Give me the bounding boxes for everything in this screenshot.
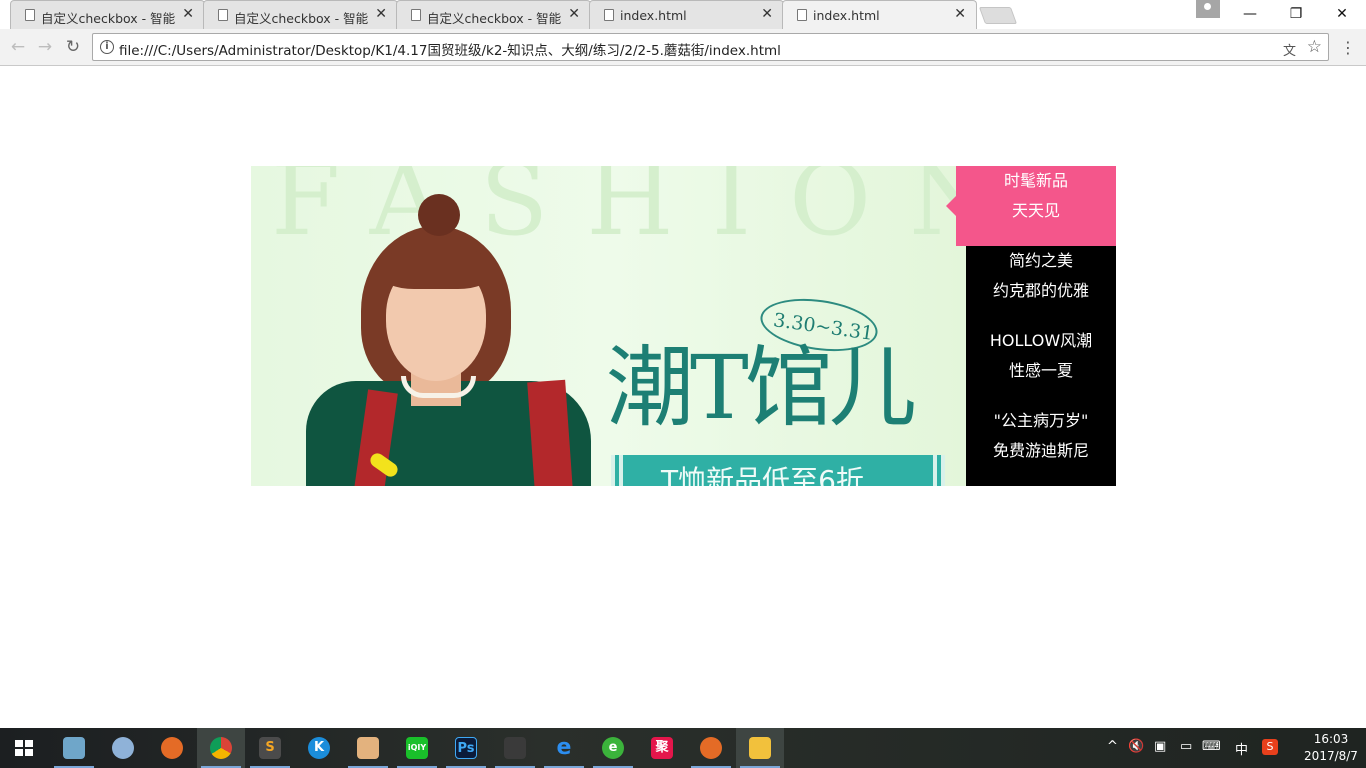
close-tab-icon[interactable]: ✕: [182, 6, 194, 22]
close-tab-icon[interactable]: ✕: [761, 6, 773, 22]
menu-item-4[interactable]: "公主病万岁" 免费游迪斯尼: [966, 406, 1116, 486]
fashion-watermark: FASHION: [271, 166, 966, 258]
page-icon: [25, 9, 35, 21]
tab-2[interactable]: 自定义checkbox - 智能 ✕: [203, 0, 398, 29]
back-arrow-icon[interactable]: ←: [7, 36, 29, 58]
paint-icon[interactable]: [99, 728, 147, 768]
tab-3[interactable]: 自定义checkbox - 智能 ✕: [396, 0, 591, 29]
browser-toolbar: ← → ↻ i file:///C:/Users/Administrator/D…: [0, 29, 1366, 66]
chrome-icon[interactable]: [197, 728, 245, 768]
ime-label[interactable]: 中: [1235, 739, 1248, 758]
network-icon[interactable]: ▣: [1154, 739, 1166, 754]
menu-item-line1: HOLLOW风潮: [989, 331, 1093, 350]
tray-chevron-icon[interactable]: ^: [1107, 739, 1118, 754]
avatar-app-icon[interactable]: [344, 728, 392, 768]
page-icon: [797, 9, 807, 21]
subheadline: T恤新品低至6折: [661, 464, 864, 486]
url-text[interactable]: file:///C:/Users/Administrator/Desktop/K…: [119, 39, 781, 59]
sublime-icon[interactable]: S: [246, 728, 294, 768]
menu-item-line2: 性感一夏: [1008, 361, 1073, 380]
menu-item-line1: 时髦新品: [1003, 171, 1068, 190]
page-icon: [604, 9, 614, 21]
profile-icon[interactable]: [1196, 0, 1220, 18]
tab-title: index.html: [620, 8, 687, 23]
firefox-icon[interactable]: [687, 728, 735, 768]
bookmark-star-icon[interactable]: ☆: [1307, 37, 1322, 57]
menu-item-2[interactable]: 简约之美 约克郡的优雅: [966, 246, 1116, 326]
new-tab-button[interactable]: [978, 7, 1018, 24]
tab-title: 自定义checkbox - 智能: [234, 11, 369, 26]
subheadline-box: T恤新品低至6折: [611, 455, 945, 486]
side-menu: 时髦新品 天天见 简约之美 约克郡的优雅 HOLLOW风潮 性感一夏 "公主病万…: [946, 166, 1116, 486]
taskbar: S K iQIY Ps e e 聚 ^ 🔇 ▣ ▭ ⌨ 中 S 16:03 20…: [0, 728, 1366, 768]
translate-icon[interactable]: 文: [1283, 40, 1296, 59]
clock-time: 16:03: [1313, 732, 1349, 746]
windows-start-icon[interactable]: [15, 740, 33, 756]
hero-image[interactable]: FASHION 3.30~3.31 潮T馆儿 T恤新品低至6折: [251, 166, 966, 486]
page-icon: [411, 9, 421, 21]
promo-banner: FASHION 3.30~3.31 潮T馆儿 T恤新品低至6折 时髦新品 天天见…: [251, 166, 1116, 486]
info-icon[interactable]: i: [100, 40, 114, 54]
firefox-icon[interactable]: [148, 728, 196, 768]
tab-1[interactable]: 自定义checkbox - 智能 ✕: [10, 0, 205, 29]
menu-item-line2: 约克郡的优雅: [992, 281, 1089, 300]
model-strap-right: [527, 379, 573, 486]
tab-5-active[interactable]: index.html ✕: [782, 0, 977, 29]
clock[interactable]: 16:03 2017/8/7: [1300, 731, 1362, 765]
model-bun: [418, 194, 460, 236]
menu-item-1[interactable]: 时髦新品 天天见: [946, 166, 1116, 246]
ie-icon[interactable]: e: [540, 728, 588, 768]
forward-arrow-icon[interactable]: →: [34, 36, 56, 58]
model-bangs: [381, 244, 491, 289]
menu-item-line2: 免费游迪斯尼: [992, 441, 1089, 460]
menu-item-line2: 天天见: [1011, 201, 1060, 220]
tab-4[interactable]: index.html ✕: [589, 0, 784, 29]
kugou-icon[interactable]: K: [295, 728, 343, 768]
menu-item-line1: 简约之美: [1008, 251, 1073, 270]
photoshop-icon[interactable]: Ps: [442, 728, 490, 768]
battery-icon[interactable]: ▭: [1180, 739, 1192, 754]
tab-strip: 自定义checkbox - 智能 ✕ 自定义checkbox - 智能 ✕ 自定…: [0, 0, 1366, 29]
sogou-ime-icon[interactable]: S: [1262, 739, 1278, 755]
close-tab-icon[interactable]: ✕: [568, 6, 580, 22]
close-window-button[interactable]: ✕: [1319, 0, 1365, 28]
browser-360-icon[interactable]: e: [589, 728, 637, 768]
menu-item-line1: "公主病万岁": [993, 411, 1089, 430]
tab-title: 自定义checkbox - 智能: [41, 11, 176, 26]
close-tab-icon[interactable]: ✕: [954, 6, 966, 22]
reload-icon[interactable]: ↻: [62, 36, 84, 58]
page-icon: [218, 9, 228, 21]
headline: 潮T馆儿: [606, 336, 917, 439]
clock-date: 2017/8/7: [1304, 749, 1358, 763]
close-tab-icon[interactable]: ✕: [375, 6, 387, 22]
minimize-button[interactable]: —: [1227, 0, 1273, 28]
iqiyi-icon[interactable]: iQIY: [393, 728, 441, 768]
address-bar[interactable]: i file:///C:/Users/Administrator/Desktop…: [92, 33, 1329, 61]
explorer-icon[interactable]: [736, 728, 784, 768]
juhuasuan-icon[interactable]: 聚: [638, 728, 686, 768]
tab-title: 自定义checkbox - 智能: [427, 11, 562, 26]
tab-title: index.html: [813, 8, 880, 23]
menu-dots-icon[interactable]: ⋮: [1340, 38, 1356, 57]
keyboard-icon[interactable]: ⌨: [1202, 739, 1221, 754]
camera-icon[interactable]: [491, 728, 539, 768]
restore-button[interactable]: ❐: [1273, 0, 1319, 28]
file-manager-icon[interactable]: [50, 728, 98, 768]
menu-item-3[interactable]: HOLLOW风潮 性感一夏: [966, 326, 1116, 406]
volume-muted-icon[interactable]: 🔇: [1128, 739, 1144, 754]
